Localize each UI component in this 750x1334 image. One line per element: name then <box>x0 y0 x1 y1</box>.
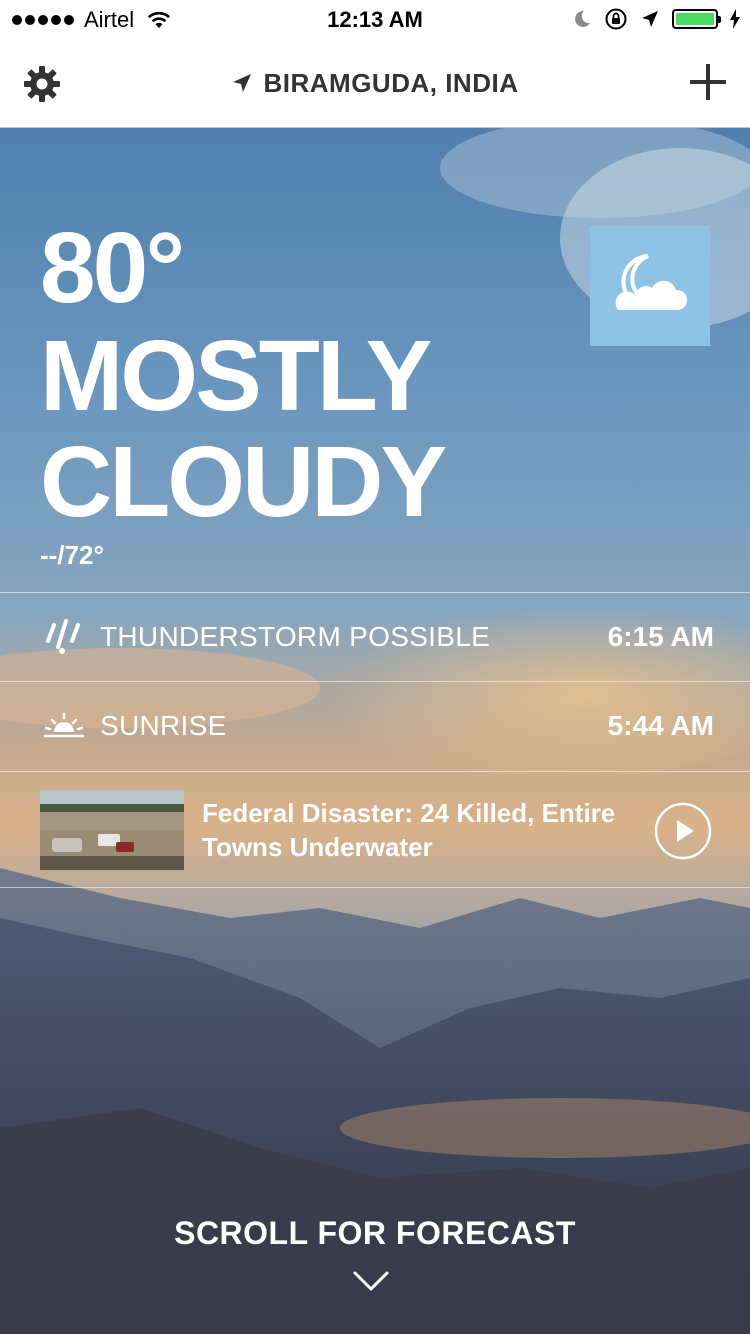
status-right <box>572 7 740 31</box>
location-arrow-icon <box>232 74 251 92</box>
status-bar: Airtel 12:13 AM <box>0 0 750 40</box>
news-thumbnail <box>40 790 184 870</box>
moon-icon <box>575 10 590 27</box>
condition-icon-tile <box>590 226 710 346</box>
sunrise-icon <box>44 712 84 738</box>
location-title[interactable]: BIRAMGUDA, INDIA <box>0 68 750 99</box>
nav-bar: BIRAMGUDA, INDIA <box>0 40 750 128</box>
alert-row-thunderstorm[interactable]: THUNDERSTORM POSSIBLE 6:15 AM <box>0 592 750 681</box>
moon-cloud-icon <box>615 254 688 310</box>
hi-lo-temperature: --/72° <box>40 540 104 570</box>
alert-label: THUNDERSTORM POSSIBLE <box>100 621 491 652</box>
alert-time: 6:15 AM <box>607 621 714 652</box>
chevron-down-icon[interactable] <box>353 1270 389 1292</box>
alert-label: SUNRISE <box>100 710 227 741</box>
plus-icon[interactable] <box>688 62 728 102</box>
orientation-lock-icon <box>605 8 627 30</box>
play-icon[interactable] <box>654 802 712 860</box>
charging-icon <box>730 9 740 29</box>
current-condition: MOSTLY CLOUDY <box>40 320 447 538</box>
alert-row-sunrise[interactable]: SUNRISE 5:44 AM <box>0 681 750 770</box>
news-item[interactable]: Federal Disaster: 24 Killed, Entire Town… <box>0 771 750 888</box>
rain-icon <box>46 619 80 654</box>
news-headline: Federal Disaster: 24 Killed, Entire Town… <box>202 798 616 862</box>
battery-icon <box>672 9 721 29</box>
location-services-icon <box>642 11 658 27</box>
location-name: BIRAMGUDA, INDIA <box>263 68 519 98</box>
scroll-for-forecast[interactable]: SCROLL FOR FORECAST <box>0 1215 750 1252</box>
current-temperature: 80° <box>40 212 185 324</box>
alert-time: 5:44 AM <box>607 710 714 741</box>
weather-main: 80° MOSTLY CLOUDY --/72° THUNDERSTORM PO… <box>0 128 750 1334</box>
